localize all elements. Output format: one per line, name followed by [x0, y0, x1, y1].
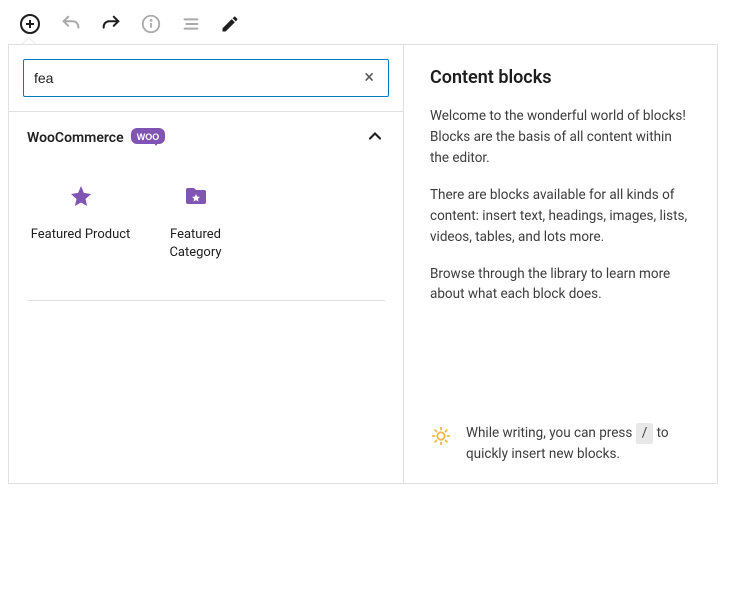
tip-key: /: [636, 423, 654, 444]
outline-icon[interactable]: [180, 13, 202, 35]
undo-icon[interactable]: [60, 13, 82, 35]
blocks-grid: Featured Product Featured Category: [9, 164, 403, 300]
folder-star-icon: [184, 184, 208, 212]
edit-icon[interactable]: [220, 14, 240, 34]
star-icon: [69, 184, 93, 212]
block-featured-product[interactable]: Featured Product: [23, 174, 138, 272]
block-label: Featured Category: [144, 226, 247, 262]
info-paragraph: Browse through the library to learn more…: [430, 264, 691, 306]
block-info-column: Content blocks Welcome to the wonderful …: [404, 45, 717, 483]
info-paragraph: There are blocks available for all kinds…: [430, 185, 691, 248]
divider: [27, 300, 385, 301]
editor-toolbar: [0, 0, 732, 46]
popover-arrow: [22, 37, 36, 44]
block-featured-category[interactable]: Featured Category: [138, 174, 253, 272]
search-input[interactable]: [34, 70, 360, 86]
tip-before: While writing, you can press: [466, 425, 636, 441]
category-name: WooCommerce: [27, 130, 124, 146]
lightbulb-icon: [430, 425, 452, 451]
tip-row: While writing, you can press / to quickl…: [430, 403, 691, 465]
chevron-up-icon[interactable]: [365, 126, 385, 150]
add-block-icon[interactable]: [18, 12, 42, 36]
search-box[interactable]: ×: [23, 59, 389, 97]
category-header-woocommerce[interactable]: WooCommerce WOO: [9, 112, 403, 164]
woocommerce-badge-icon: WOO: [131, 126, 165, 150]
tip-text: While writing, you can press / to quickl…: [466, 423, 691, 465]
block-label: Featured Product: [31, 226, 131, 244]
block-search-column: × WooCommerce WOO Featured Product: [9, 45, 404, 483]
info-title: Content blocks: [430, 67, 691, 88]
info-icon[interactable]: [140, 13, 162, 35]
svg-text:WOO: WOO: [136, 132, 159, 142]
redo-icon[interactable]: [100, 13, 122, 35]
clear-search-icon[interactable]: ×: [360, 69, 378, 87]
block-inserter-panel: × WooCommerce WOO Featured Product: [8, 44, 718, 484]
info-paragraph: Welcome to the wonderful world of blocks…: [430, 106, 691, 169]
